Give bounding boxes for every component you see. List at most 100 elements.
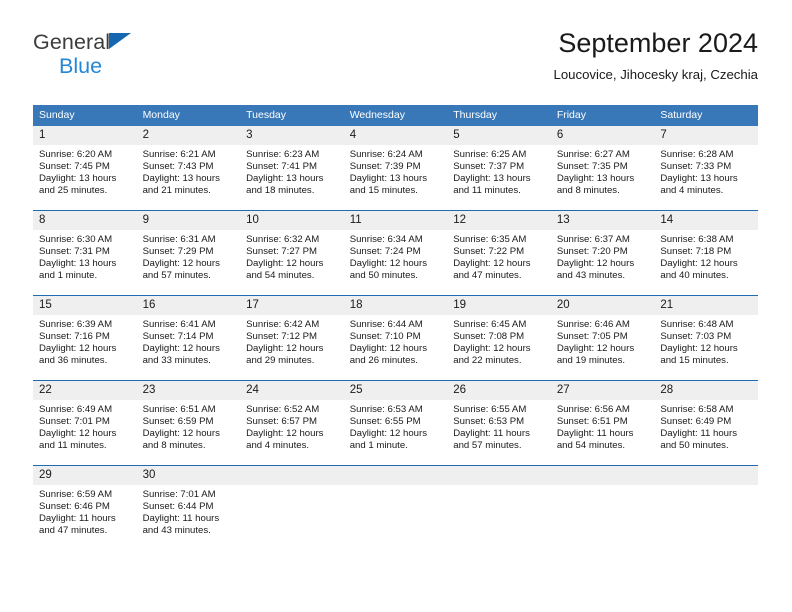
daylight-text-line1: Daylight: 12 hours (142, 343, 220, 355)
sunset-text: Sunset: 7:39 PM (349, 161, 421, 173)
day-info: Sunrise: 6:53 AM Sunset: 6:55 PM Dayligh… (344, 400, 448, 453)
sunset-text: Sunset: 7:33 PM (660, 161, 732, 173)
day-cell[interactable]: 5 Sunrise: 6:25 AM Sunset: 7:37 PM Dayli… (447, 126, 551, 211)
week-row: 8 Sunrise: 6:30 AM Sunset: 7:31 PM Dayli… (33, 210, 758, 296)
weekday-header-monday: Monday (136, 105, 241, 126)
day-cell[interactable]: 11 Sunrise: 6:34 AM Sunset: 7:24 PM Dayl… (343, 210, 448, 296)
day-info: Sunrise: 6:49 AM Sunset: 7:01 PM Dayligh… (33, 400, 137, 453)
day-cell[interactable]: 20 Sunrise: 6:46 AM Sunset: 7:05 PM Dayl… (550, 295, 655, 381)
daylight-text-line2: and 29 minutes. (246, 355, 315, 367)
day-cell[interactable]: 15 Sunrise: 6:39 AM Sunset: 7:16 PM Dayl… (33, 295, 137, 381)
day-cell[interactable]: 7 Sunrise: 6:28 AM Sunset: 7:33 PM Dayli… (654, 126, 758, 211)
day-cell[interactable]: 19 Sunrise: 6:45 AM Sunset: 7:08 PM Dayl… (447, 295, 551, 381)
weekday-header-thursday: Thursday (447, 105, 551, 126)
day-cell[interactable]: 10 Sunrise: 6:32 AM Sunset: 7:27 PM Dayl… (240, 210, 344, 296)
day-cell[interactable]: 27 Sunrise: 6:56 AM Sunset: 6:51 PM Dayl… (550, 380, 655, 466)
day-cell[interactable]: 3 Sunrise: 6:23 AM Sunset: 7:41 PM Dayli… (240, 126, 344, 211)
day-cell[interactable]: 12 Sunrise: 6:35 AM Sunset: 7:22 PM Dayl… (447, 210, 551, 296)
daylight-text-line2: and 8 minutes. (556, 185, 620, 197)
sunrise-text: Sunrise: 6:52 AM (246, 404, 320, 415)
day-cell[interactable]: 18 Sunrise: 6:44 AM Sunset: 7:10 PM Dayl… (343, 295, 448, 381)
sunset-text: Sunset: 7:18 PM (660, 246, 732, 258)
day-number: 10 (240, 211, 344, 230)
sunrise-text: Sunrise: 6:27 AM (556, 149, 630, 160)
daylight-text-line2: and 50 minutes. (349, 270, 418, 282)
day-number: 3 (240, 126, 344, 145)
sunrise-sunset-calendar: Sunday Monday Tuesday Wednesday Thursday… (33, 105, 758, 550)
daylight-text-line1: Daylight: 12 hours (556, 343, 635, 355)
general-blue-logo[interactable]: General Blue (33, 31, 253, 88)
day-number: 12 (447, 211, 551, 230)
sunset-text: Sunset: 7:01 PM (39, 416, 110, 428)
daylight-text-line1: Daylight: 12 hours (39, 343, 117, 355)
weekday-header-sunday: Sunday (33, 105, 137, 126)
daylight-text-line2: and 25 minutes. (39, 185, 108, 197)
day-number: 9 (136, 211, 241, 230)
daylight-text-line1: Daylight: 12 hours (246, 343, 324, 355)
sunrise-text: Sunrise: 6:53 AM (349, 404, 423, 415)
daylight-text-line1: Daylight: 12 hours (349, 343, 428, 355)
sunset-text: Sunset: 7:45 PM (39, 161, 110, 173)
day-info: Sunrise: 6:37 AM Sunset: 7:20 PM Dayligh… (551, 230, 655, 283)
day-cell[interactable]: 17 Sunrise: 6:42 AM Sunset: 7:12 PM Dayl… (240, 295, 344, 381)
day-info: Sunrise: 6:34 AM Sunset: 7:24 PM Dayligh… (344, 230, 448, 283)
day-info: Sunrise: 6:38 AM Sunset: 7:18 PM Dayligh… (654, 230, 758, 283)
day-cell[interactable]: 2 Sunrise: 6:21 AM Sunset: 7:43 PM Dayli… (136, 126, 241, 211)
day-cell[interactable]: 8 Sunrise: 6:30 AM Sunset: 7:31 PM Dayli… (33, 210, 137, 296)
sunset-text: Sunset: 6:55 PM (349, 416, 421, 428)
day-cell[interactable]: 22 Sunrise: 6:49 AM Sunset: 7:01 PM Dayl… (33, 380, 137, 466)
day-cell[interactable]: 1 Sunrise: 6:20 AM Sunset: 7:45 PM Dayli… (33, 126, 137, 211)
daylight-text-line2: and 15 minutes. (349, 185, 418, 197)
daylight-text-line1: Daylight: 12 hours (453, 258, 531, 270)
day-cell[interactable]: 9 Sunrise: 6:31 AM Sunset: 7:29 PM Dayli… (136, 210, 241, 296)
daylight-text-line2: and 40 minutes. (660, 270, 729, 282)
day-cell[interactable]: 26 Sunrise: 6:55 AM Sunset: 6:53 PM Dayl… (447, 380, 551, 466)
day-number (447, 466, 551, 485)
day-number (240, 466, 344, 485)
day-cell[interactable]: 21 Sunrise: 6:48 AM Sunset: 7:03 PM Dayl… (654, 295, 758, 381)
sunset-text: Sunset: 7:41 PM (246, 161, 318, 173)
day-number: 14 (654, 211, 758, 230)
daylight-text-line1: Daylight: 11 hours (453, 428, 530, 440)
day-cell[interactable]: 16 Sunrise: 6:41 AM Sunset: 7:14 PM Dayl… (136, 295, 241, 381)
daylight-text-line1: Daylight: 13 hours (39, 173, 117, 185)
day-cell[interactable]: 13 Sunrise: 6:37 AM Sunset: 7:20 PM Dayl… (550, 210, 655, 296)
day-cell[interactable]: 23 Sunrise: 6:51 AM Sunset: 6:59 PM Dayl… (136, 380, 241, 466)
sunrise-text: Sunrise: 6:20 AM (39, 149, 113, 160)
sunset-text: Sunset: 6:57 PM (246, 416, 318, 428)
daylight-text-line2: and 11 minutes. (39, 440, 107, 452)
day-cell[interactable]: 29 Sunrise: 6:59 AM Sunset: 6:46 PM Dayl… (33, 465, 137, 550)
day-info: Sunrise: 6:59 AM Sunset: 6:46 PM Dayligh… (33, 485, 137, 538)
day-info: Sunrise: 6:46 AM Sunset: 7:05 PM Dayligh… (551, 315, 655, 368)
day-cell[interactable]: 4 Sunrise: 6:24 AM Sunset: 7:39 PM Dayli… (343, 126, 448, 211)
day-cell[interactable]: 25 Sunrise: 6:53 AM Sunset: 6:55 PM Dayl… (343, 380, 448, 466)
day-cell[interactable]: 28 Sunrise: 6:58 AM Sunset: 6:49 PM Dayl… (654, 380, 758, 466)
daylight-text-line2: and 11 minutes. (453, 185, 521, 197)
day-info: Sunrise: 6:41 AM Sunset: 7:14 PM Dayligh… (137, 315, 241, 368)
calendar-header-row: Sunday Monday Tuesday Wednesday Thursday… (33, 105, 758, 126)
sunrise-text: Sunrise: 6:49 AM (39, 404, 113, 415)
day-cell[interactable]: 24 Sunrise: 6:52 AM Sunset: 6:57 PM Dayl… (240, 380, 344, 466)
day-number (654, 466, 758, 485)
sunrise-text: Sunrise: 6:51 AM (142, 404, 216, 415)
day-number: 5 (447, 126, 551, 145)
day-cell[interactable]: 6 Sunrise: 6:27 AM Sunset: 7:35 PM Dayli… (550, 126, 655, 211)
daylight-text-line1: Daylight: 13 hours (142, 173, 220, 185)
day-cell[interactable]: 14 Sunrise: 6:38 AM Sunset: 7:18 PM Dayl… (654, 210, 758, 296)
day-cell[interactable]: 30 Sunrise: 7:01 AM Sunset: 6:44 PM Dayl… (136, 465, 241, 550)
day-info: Sunrise: 6:31 AM Sunset: 7:29 PM Dayligh… (137, 230, 241, 283)
sunrise-text: Sunrise: 6:59 AM (39, 489, 113, 500)
day-info: Sunrise: 6:24 AM Sunset: 7:39 PM Dayligh… (344, 145, 448, 198)
sunrise-text: Sunrise: 6:45 AM (453, 319, 527, 330)
day-number: 23 (136, 381, 241, 400)
page-subtitle: Loucovice, Jihocesky kraj, Czechia (553, 67, 759, 83)
sunrise-text: Sunrise: 6:25 AM (453, 149, 527, 160)
daylight-text-line1: Daylight: 12 hours (453, 343, 531, 355)
sunset-text: Sunset: 7:31 PM (39, 246, 110, 258)
day-info: Sunrise: 6:20 AM Sunset: 7:45 PM Dayligh… (33, 145, 137, 198)
page-title: September 2024 (558, 28, 758, 58)
sunset-text: Sunset: 7:22 PM (453, 246, 525, 258)
daylight-text-line2: and 8 minutes. (142, 440, 206, 452)
day-number: 7 (654, 126, 758, 145)
sunrise-text: Sunrise: 6:55 AM (453, 404, 527, 415)
